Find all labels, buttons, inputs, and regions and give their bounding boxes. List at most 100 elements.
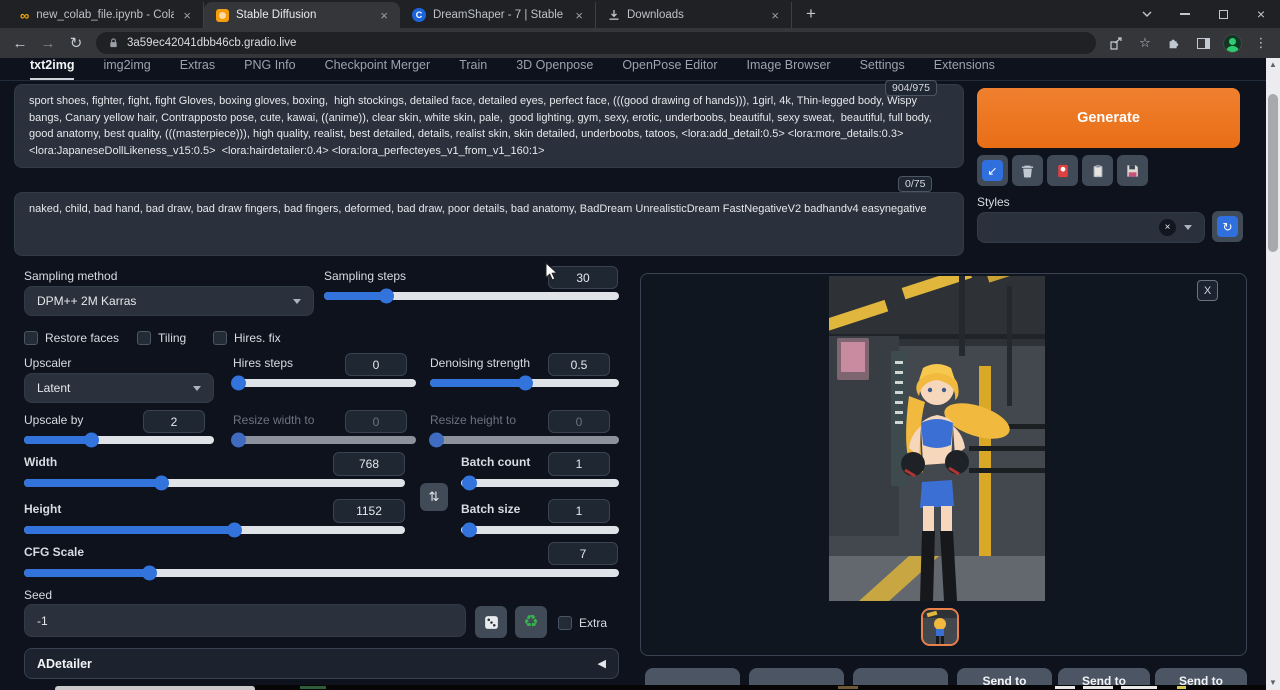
random-seed-button[interactable] (475, 606, 507, 638)
extra-seed-checkbox[interactable] (558, 616, 572, 630)
negative-prompt-input[interactable]: naked, child, bad hand, bad draw, bad dr… (14, 192, 964, 256)
forward-icon[interactable]: → (34, 35, 62, 52)
browser-tab-title: Stable Diffusion (236, 9, 371, 21)
swap-icon: ⇅ (429, 489, 440, 505)
hires-steps-value[interactable]: 0 (345, 353, 407, 376)
tiling-option[interactable]: Tiling (137, 331, 186, 345)
tiling-checkbox[interactable] (137, 331, 151, 345)
gradio-icon (216, 9, 229, 22)
generated-image[interactable] (829, 276, 1045, 601)
tab-extras[interactable]: Extras (180, 58, 215, 80)
paste-params-button[interactable]: ↙ (977, 155, 1008, 186)
back-icon[interactable]: ← (6, 35, 34, 52)
upscale-by-value[interactable]: 2 (143, 410, 205, 433)
upscale-by-slider[interactable] (24, 436, 214, 444)
watermark-band (255, 685, 1266, 690)
chevron-down-icon (293, 299, 301, 304)
seed-input[interactable] (24, 604, 466, 637)
tab-txt2img[interactable]: txt2img (30, 58, 74, 80)
batch-size-label: Batch size (461, 502, 520, 516)
upscaler-dropdown[interactable]: Latent (24, 373, 214, 403)
denoising-value[interactable]: 0.5 (548, 353, 610, 376)
profile-avatar[interactable] (1221, 32, 1243, 54)
tab-openpose-editor[interactable]: OpenPose Editor (622, 58, 717, 80)
clear-prompt-button[interactable] (1012, 155, 1043, 186)
browser-tab-title: new_colab_file.ipynb - Colaborat (36, 9, 174, 21)
hires-steps-slider[interactable] (233, 379, 416, 387)
extra-seed-option[interactable]: Extra (558, 616, 607, 630)
resize-height-value: 0 (548, 410, 610, 433)
batch-count-value[interactable]: 1 (548, 452, 610, 476)
scroll-up-icon[interactable]: ▲ (1266, 58, 1280, 72)
save-style-button[interactable] (1117, 155, 1148, 186)
browser-tab-title: DreamShaper - 7 | Stable Diffusio (433, 9, 566, 21)
tab-close-icon[interactable]: × (573, 8, 585, 23)
tab-close-icon[interactable]: × (181, 8, 193, 23)
reuse-seed-button[interactable]: ♻ (515, 606, 547, 638)
restore-faces-checkbox[interactable] (24, 331, 38, 345)
maximize-button[interactable] (1204, 0, 1242, 28)
browser-tab-stable-diffusion[interactable]: Stable Diffusion × (204, 2, 400, 28)
tab-close-icon[interactable]: × (769, 8, 781, 23)
minimize-button[interactable] (1166, 0, 1204, 28)
height-label: Height (24, 502, 61, 516)
sidebar-icon[interactable] (1192, 32, 1214, 54)
swap-dimensions-button[interactable]: ⇅ (420, 483, 448, 511)
scrollbar-thumb[interactable] (1268, 94, 1278, 252)
scroll-down-icon[interactable]: ▼ (1266, 676, 1280, 690)
prompt-input[interactable]: sport shoes, fighter, fight, fight Glove… (14, 84, 964, 168)
tab-img2img[interactable]: img2img (103, 58, 150, 80)
mouse-cursor (545, 262, 558, 281)
styles-dropdown[interactable]: × (977, 212, 1205, 243)
cfg-scale-value[interactable]: 7 (548, 542, 618, 565)
sampling-steps-value[interactable]: 30 (548, 266, 618, 289)
close-button[interactable]: × (1242, 0, 1280, 28)
sampling-method-dropdown[interactable]: DPM++ 2M Karras (24, 286, 314, 316)
width-slider[interactable] (24, 479, 405, 487)
menu-kebab-icon[interactable]: ⋮ (1250, 32, 1272, 54)
height-slider[interactable] (24, 526, 405, 534)
height-value[interactable]: 1152 (333, 499, 405, 523)
tab-checkpoint-merger[interactable]: Checkpoint Merger (325, 58, 431, 80)
extensions-puzzle-icon[interactable] (1163, 32, 1185, 54)
apply-styles-button[interactable] (1082, 155, 1113, 186)
browser-tab-colab[interactable]: ∞ new_colab_file.ipynb - Colaborat × (8, 2, 204, 28)
adetailer-accordion[interactable]: ADetailer ◀ (24, 648, 619, 679)
denoising-slider[interactable] (430, 379, 619, 387)
styles-refresh-button[interactable]: ↻ (1212, 211, 1243, 242)
new-tab-button[interactable]: + (806, 4, 816, 28)
resize-width-slider (233, 436, 416, 444)
tab-png-info[interactable]: PNG Info (244, 58, 295, 80)
tab-train[interactable]: Train (459, 58, 487, 80)
browser-tab-dreamshaper[interactable]: C DreamShaper - 7 | Stable Diffusio × (400, 2, 596, 28)
page-scrollbar[interactable]: ▲ ▼ (1266, 58, 1280, 690)
tab-search-chevron-icon[interactable] (1128, 0, 1166, 28)
width-value[interactable]: 768 (333, 452, 405, 476)
bookmark-star-icon[interactable]: ☆ (1134, 32, 1156, 54)
tab-image-browser[interactable]: Image Browser (747, 58, 831, 80)
generate-button[interactable]: Generate (977, 88, 1240, 148)
cfg-scale-slider[interactable] (24, 569, 619, 577)
browser-tab-strip: ∞ new_colab_file.ipynb - Colaborat × Sta… (0, 0, 1280, 28)
sampling-steps-slider[interactable] (324, 292, 619, 300)
browser-tab-downloads[interactable]: Downloads × (596, 2, 792, 28)
tab-close-icon[interactable]: × (378, 8, 390, 23)
reload-icon[interactable]: ↻ (62, 34, 90, 52)
extra-networks-button[interactable] (1047, 155, 1078, 186)
url-text: 3a59ec42041dbb46cb.gradio.live (127, 37, 296, 49)
gallery-thumbnail[interactable] (921, 608, 959, 646)
hires-fix-option[interactable]: Hires. fix (213, 331, 281, 345)
batch-size-slider[interactable] (461, 526, 619, 534)
styles-clear-icon[interactable]: × (1159, 219, 1176, 236)
gallery-close-button[interactable]: X (1197, 280, 1218, 301)
batch-size-value[interactable]: 1 (548, 499, 610, 523)
batch-count-slider[interactable] (461, 479, 619, 487)
accordion-collapse-icon: ◀ (598, 657, 606, 670)
address-bar[interactable]: 3a59ec42041dbb46cb.gradio.live (96, 32, 1096, 54)
share-icon[interactable] (1105, 32, 1127, 54)
hires-fix-checkbox[interactable] (213, 331, 227, 345)
tab-extensions[interactable]: Extensions (934, 58, 995, 80)
tab-3d-openpose[interactable]: 3D Openpose (516, 58, 593, 80)
restore-faces-option[interactable]: Restore faces (24, 331, 119, 345)
tab-settings[interactable]: Settings (860, 58, 905, 80)
